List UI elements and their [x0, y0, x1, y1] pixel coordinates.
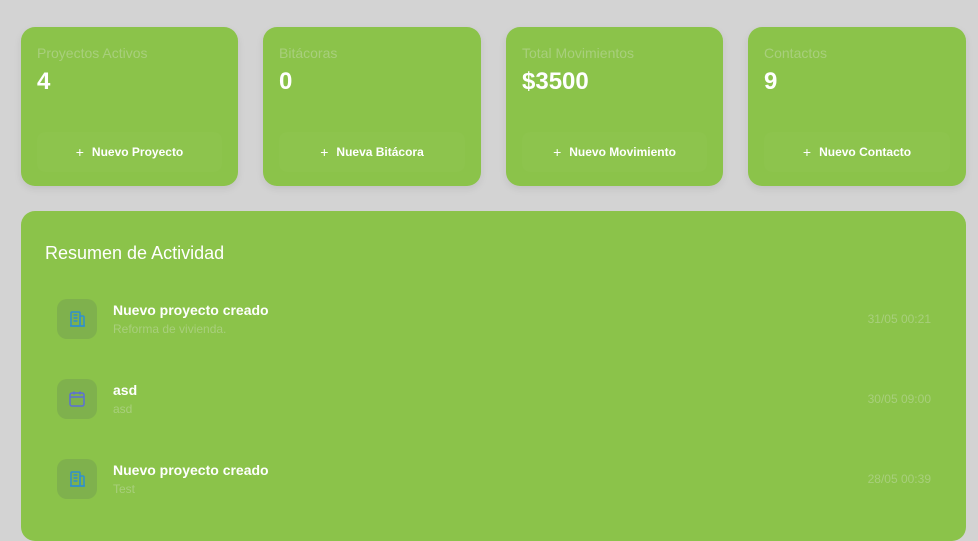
activity-time: 28/05 00:39 — [867, 472, 931, 486]
activity-time: 31/05 00:21 — [867, 312, 931, 326]
stat-label: Contactos — [764, 45, 828, 61]
panel-title: Resumen de Actividad — [45, 243, 225, 263]
new-contact-button[interactable]: + Nuevo Contacto — [764, 132, 950, 172]
button-label: Nuevo Contacto — [819, 145, 912, 159]
activity-title: Nuevo proyecto creado — [113, 462, 269, 478]
stat-label: Bitácoras — [279, 45, 338, 61]
activity-item[interactable]: asd asd 30/05 09:00 — [57, 379, 931, 419]
building-icon — [57, 299, 97, 339]
activity-item[interactable]: Nuevo proyecto creado Reforma de viviend… — [57, 299, 931, 339]
stat-value: 0 — [279, 68, 293, 95]
stat-label: Total Movimientos — [522, 45, 635, 61]
plus-icon: + — [320, 144, 329, 160]
activity-time: 30/05 09:00 — [867, 392, 931, 406]
stat-card-projects: Proyectos Activos 4 + Nuevo Proyecto — [21, 27, 238, 186]
plus-icon: + — [802, 144, 812, 160]
plus-icon: + — [553, 144, 562, 160]
activity-title: asd — [113, 382, 138, 398]
button-label: Nuevo Proyecto — [91, 145, 184, 159]
building-icon — [57, 459, 97, 499]
stat-value: 4 — [37, 68, 51, 95]
stat-value: $3500 — [522, 68, 589, 95]
activity-subtitle: asd — [113, 402, 133, 416]
new-movement-button[interactable]: + Nuevo Movimiento — [522, 132, 707, 172]
stat-card-contacts: Contactos 9 + Nuevo Contacto — [748, 27, 966, 186]
activity-subtitle: Test — [113, 482, 136, 496]
stat-value: 9 — [764, 68, 778, 95]
calendar-icon — [57, 379, 97, 419]
stat-card-movements: Total Movimientos $3500 + Nuevo Movimien… — [506, 27, 723, 186]
activity-item[interactable]: Nuevo proyecto creado Test 28/05 00:39 — [57, 459, 931, 499]
new-project-button[interactable]: + Nuevo Proyecto — [37, 132, 222, 172]
stat-card-logs: Bitácoras 0 + Nueva Bitácora — [263, 27, 481, 186]
stat-label: Proyectos Activos — [37, 45, 148, 61]
button-label: Nueva Bitácora — [336, 145, 424, 159]
activity-summary-panel: Resumen de Actividad Nuevo proyecto crea… — [21, 211, 966, 541]
activity-subtitle: Reforma de vivienda. — [113, 322, 227, 336]
button-label: Nuevo Movimiento — [569, 145, 676, 159]
plus-icon: + — [75, 144, 84, 160]
new-log-button[interactable]: + Nueva Bitácora — [279, 132, 465, 172]
stats-row: Proyectos Activos 4 + Nuevo Proyecto Bit… — [21, 27, 966, 186]
activity-title: Nuevo proyecto creado — [113, 302, 269, 318]
